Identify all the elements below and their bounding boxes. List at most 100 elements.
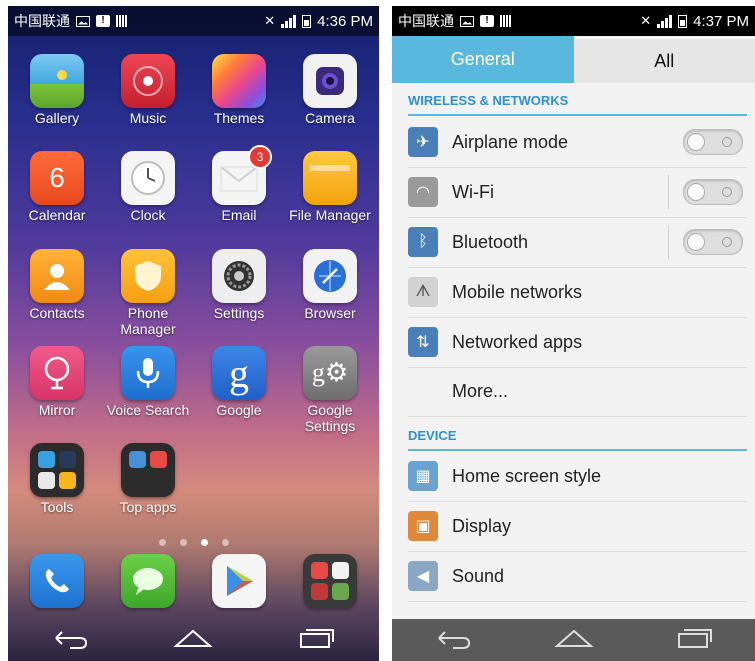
wifi-toggle[interactable] (683, 179, 743, 205)
app-camera[interactable]: Camera (285, 54, 375, 126)
themes-icon (212, 54, 266, 108)
email-badge: 3 (248, 145, 272, 169)
google-apps-folder-icon (303, 554, 357, 608)
app-phone-manager[interactable]: Phone Manager (103, 249, 193, 337)
home-button[interactable] (553, 626, 594, 655)
app-label: Calendar (28, 207, 86, 223)
setting-networked-apps[interactable]: ⇅ Networked apps (408, 317, 747, 368)
tab-all[interactable]: All (573, 36, 755, 83)
image-notification-icon (460, 15, 474, 27)
barcode-notification-icon (500, 15, 512, 27)
contacts-icon (30, 249, 84, 303)
carrier-label: 中国联通 (398, 13, 454, 29)
voice-search-icon (121, 346, 175, 400)
signal-icon (657, 14, 673, 28)
setting-label: Airplane mode (452, 131, 569, 152)
tab-general[interactable]: General (392, 36, 574, 83)
top-apps-folder-icon (121, 443, 175, 497)
app-contacts[interactable]: Contacts (12, 249, 102, 321)
status-bar: 中国联通 ! ✕ 4:36 PM (8, 6, 379, 36)
app-browser[interactable]: Browser (285, 249, 375, 321)
setting-label: Sound (452, 565, 505, 586)
app-label: Music (129, 110, 167, 126)
app-label: Clock (130, 207, 166, 223)
app-top-apps-folder[interactable]: Top apps (103, 443, 193, 515)
home-screen-style-icon: ▦ (408, 461, 438, 491)
google-glyph: g (229, 350, 249, 396)
section-header-wireless: WIRELESS & NETWORKS (408, 93, 747, 116)
calendar-icon: 6 (30, 151, 84, 205)
wifi-icon: ◠ (408, 177, 438, 207)
app-themes[interactable]: Themes (194, 54, 284, 126)
setting-label: Home screen style (452, 465, 602, 486)
app-label: Tools (40, 499, 74, 515)
app-label: Contacts (29, 305, 85, 321)
back-button[interactable] (50, 626, 90, 655)
barcode-notification-icon (116, 15, 128, 27)
app-google[interactable]: g Google (194, 346, 284, 418)
setting-home-screen-style[interactable]: ▦ Home screen style (408, 451, 747, 502)
dock-play-store[interactable] (194, 554, 284, 608)
page-dot[interactable] (179, 539, 187, 546)
app-google-settings[interactable]: g⚙ Google Settings (285, 346, 375, 434)
app-label: Browser (304, 305, 356, 321)
status-time: 4:37 PM (693, 12, 749, 30)
navigation-bar (392, 619, 755, 661)
setting-wifi[interactable]: ◠ Wi-Fi (408, 167, 747, 218)
setting-display[interactable]: ▣ Display (408, 501, 747, 552)
app-label: Gallery (34, 110, 80, 126)
carrier-label: 中国联通 (14, 13, 70, 29)
battery-icon (678, 14, 688, 28)
display-icon: ▣ (408, 511, 438, 541)
page-dot-active[interactable] (200, 539, 208, 546)
app-label: Top apps (119, 499, 177, 515)
setting-mobile-networks[interactable]: ᗑ Mobile networks (408, 267, 747, 318)
bluetooth-toggle[interactable] (683, 229, 743, 255)
setting-airplane-mode[interactable]: ✈ Airplane mode (408, 117, 747, 168)
phone-icon (30, 554, 84, 608)
page-dot[interactable] (221, 539, 229, 546)
settings-icon (212, 249, 266, 303)
app-file-manager[interactable]: File Manager (285, 151, 375, 223)
app-music[interactable]: Music (103, 54, 193, 126)
app-gallery[interactable]: Gallery (12, 54, 102, 126)
airplane-mode-toggle[interactable] (683, 129, 743, 155)
app-label: Phone Manager (120, 305, 176, 337)
app-label: Camera (305, 110, 355, 126)
back-button[interactable] (433, 626, 473, 655)
recents-button[interactable] (297, 626, 337, 655)
airplane-icon: ✈ (408, 127, 438, 157)
app-voice-search[interactable]: Voice Search (103, 346, 193, 418)
settings-screen: 中国联通 ! ✕ 4:37 PM General All WIRELESS & … (392, 6, 755, 661)
sound-icon: ◀ (408, 561, 438, 591)
app-email[interactable]: 3 Email (194, 145, 284, 223)
app-clock[interactable]: Clock (103, 151, 193, 223)
dock-google-apps-folder[interactable] (285, 554, 375, 608)
play-store-icon (212, 554, 266, 608)
signal-icon (281, 14, 297, 28)
status-time: 4:36 PM (317, 12, 373, 30)
mute-icon: ✕ (264, 13, 276, 28)
dock-phone[interactable] (12, 554, 102, 608)
app-calendar[interactable]: 6 Calendar (12, 151, 102, 223)
navigation-bar (8, 619, 379, 661)
home-button[interactable] (173, 626, 214, 655)
email-icon: 3 (212, 145, 272, 205)
page-indicator[interactable] (8, 539, 379, 546)
recents-button[interactable] (675, 626, 715, 655)
setting-sound[interactable]: ◀ Sound (408, 551, 747, 602)
mute-icon: ✕ (640, 13, 652, 28)
divider (668, 225, 669, 259)
dock-messaging[interactable] (103, 554, 193, 608)
app-label: Mirror (38, 402, 76, 418)
google-settings-icon: g⚙ (303, 346, 357, 400)
setting-more[interactable]: More... (408, 367, 747, 417)
app-label: Google Settings (304, 402, 356, 434)
google-settings-glyph: g⚙ (311, 358, 349, 387)
app-tools-folder[interactable]: Tools (12, 443, 102, 515)
app-mirror[interactable]: Mirror (12, 346, 102, 418)
browser-icon (303, 249, 357, 303)
app-settings[interactable]: Settings (194, 249, 284, 321)
page-dot[interactable] (158, 539, 166, 546)
setting-bluetooth[interactable]: ᛒ Bluetooth (408, 217, 747, 268)
